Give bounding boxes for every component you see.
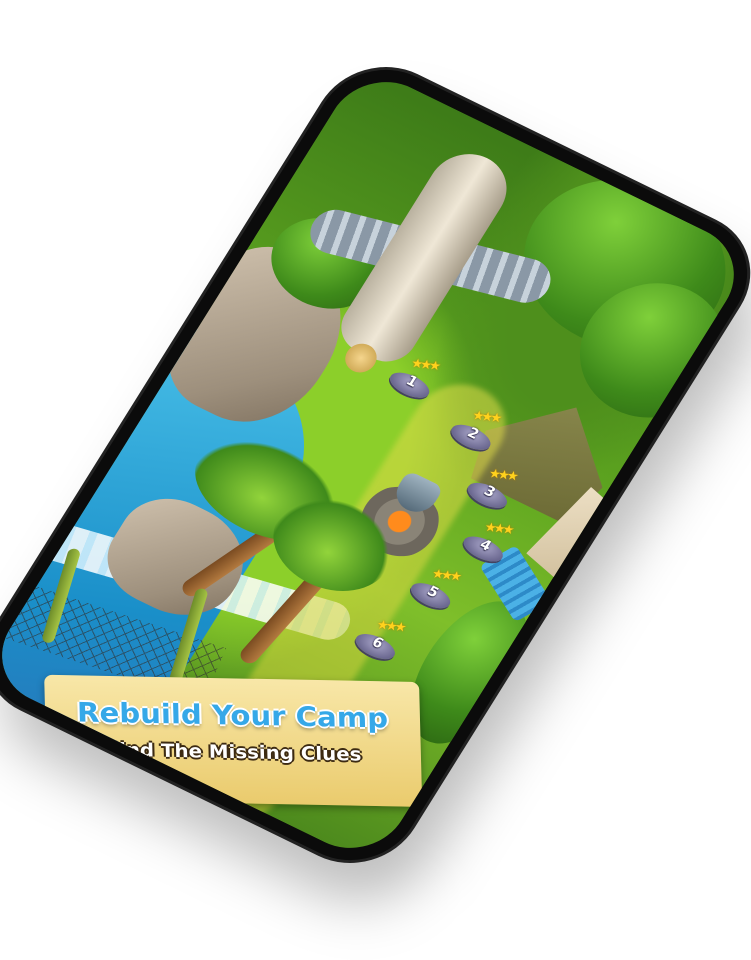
level-stars-icon: ★★★ xyxy=(487,466,517,485)
banner-title: Rebuild Your Camp xyxy=(76,696,389,735)
level-stars-icon: ★★★ xyxy=(375,617,405,636)
promo-banner: Rebuild Your Camp Find The Missing Clues xyxy=(44,674,423,807)
level-stars-icon: ★★★ xyxy=(430,566,461,585)
level-stars-icon: ★★★ xyxy=(409,356,440,374)
level-stars-icon: ★★★ xyxy=(483,520,513,538)
level-stars-icon: ★★★ xyxy=(470,408,501,426)
